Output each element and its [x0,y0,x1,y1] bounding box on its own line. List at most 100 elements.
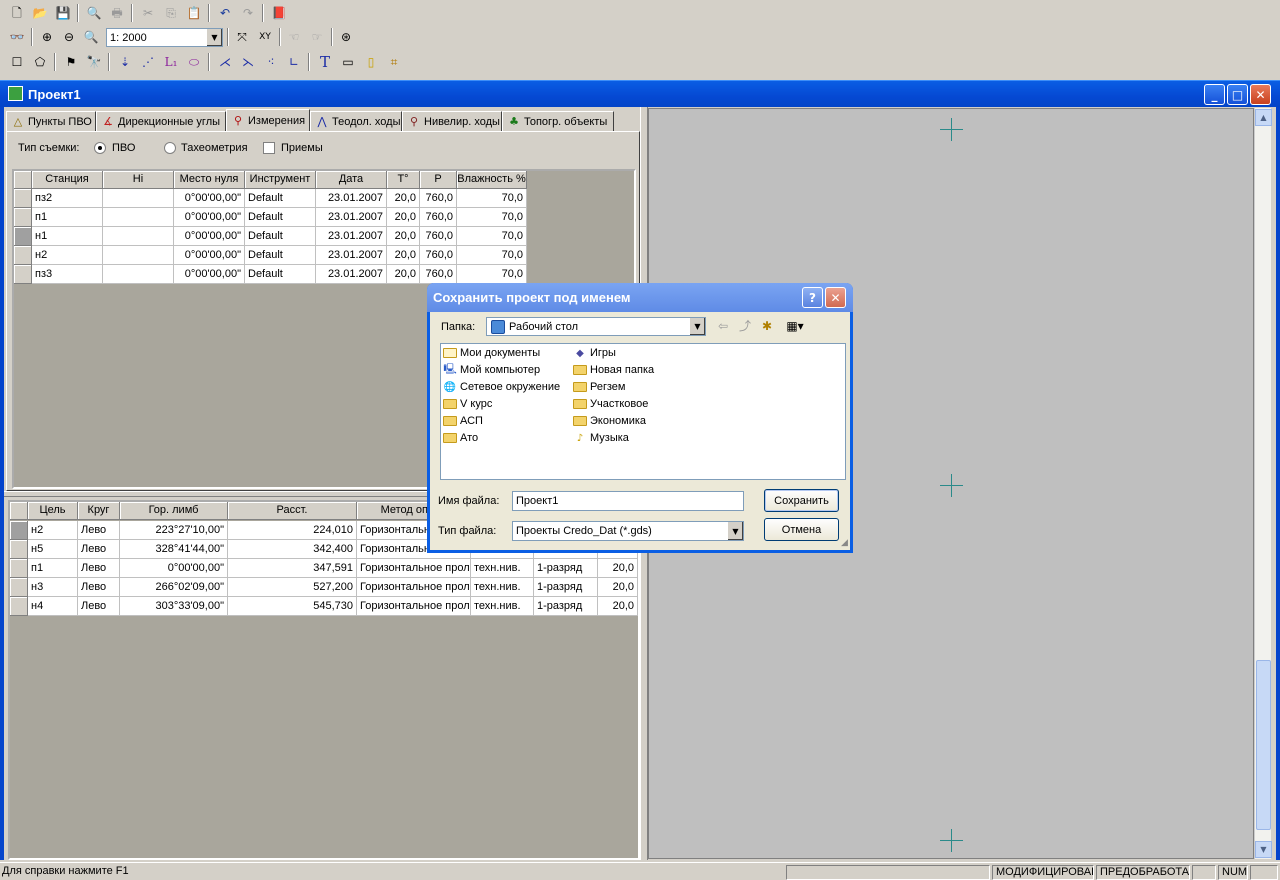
table-cell[interactable]: Лево [78,540,120,559]
table-cell[interactable] [103,227,174,246]
table-cell[interactable]: 760,0 [420,189,457,208]
table-cell[interactable]: 70,0 [457,265,527,284]
resize-grip-icon[interactable]: ◢ [841,538,848,548]
table-cell[interactable]: 303°33'09,00" [120,597,228,616]
note-icon[interactable]: ▯ [360,52,382,72]
print-preview-icon[interactable]: 🔍 [83,3,105,23]
angle-icon[interactable]: ∟ [283,52,305,72]
table-cell[interactable]: 266°02'09,00" [120,578,228,597]
table-cell[interactable]: 1-разряд [534,597,598,616]
ellipse-icon[interactable]: ⬭ [183,52,205,72]
table-cell[interactable]: 328°41'44,00" [120,540,228,559]
table-cell[interactable]: н1 [32,227,103,246]
table-cell[interactable]: Лево [78,578,120,597]
table-cell[interactable]: н5 [28,540,78,559]
tab-topo[interactable]: ♣ Топогр. объекты [502,111,614,131]
polyline-icon[interactable]: ⋌ [214,52,236,72]
table-cell[interactable]: 347,591 [228,559,357,578]
search-binoculars-icon[interactable]: 🔭 [83,52,105,72]
tab-measurements[interactable]: ⚲ Измерения [226,109,310,131]
table-cell[interactable]: 70,0 [457,227,527,246]
row-header[interactable] [14,189,32,208]
table-cell[interactable]: Default [245,265,316,284]
table-cell[interactable]: Default [245,246,316,265]
column-header[interactable]: Место нуля [174,171,245,189]
table-cell[interactable] [103,189,174,208]
table-cell[interactable]: Горизонтальное прол [357,578,471,597]
vertical-scrollbar[interactable]: ▲ ▼ [1254,108,1272,859]
paste-icon[interactable]: 📋 [183,3,205,23]
table-cell[interactable]: 70,0 [457,208,527,227]
table-cell[interactable]: 342,400 [228,540,357,559]
table-cell[interactable]: 20,0 [387,227,420,246]
scroll-thumb[interactable] [1256,660,1271,830]
table-cell[interactable]: п1 [28,559,78,578]
table-cell[interactable] [103,208,174,227]
row-header[interactable] [10,578,28,597]
filename-field[interactable]: Проект1 [512,491,744,511]
points-icon[interactable]: ⚑ [60,52,82,72]
row-header[interactable] [10,559,28,578]
table-cell[interactable]: техн.нив. [471,578,534,597]
table-cell[interactable]: пз2 [32,189,103,208]
radio-pvo[interactable] [94,142,106,154]
table-cell[interactable]: 1-разряд [534,559,598,578]
chevron-down-icon[interactable]: ▼ [727,522,743,540]
targets-grid[interactable]: Цель Круг Гор. лимб Расст. Метод опред н2 Лево… [8,500,640,860]
table-cell[interactable]: н3 [28,578,78,597]
tab-directions[interactable]: ∡ Дирекционные углы [96,111,226,131]
table-cell[interactable]: 0°00'00,00" [174,265,245,284]
column-header[interactable]: Цель [28,502,78,520]
polyline-edit-icon[interactable]: ⋋ [237,52,259,72]
new-file-icon[interactable]: 🗋 [6,3,28,23]
radio-pvo-label[interactable]: ПВО [112,142,135,154]
scroll-down-icon[interactable]: ▼ [1255,841,1272,858]
row-header[interactable] [14,208,32,227]
table-cell[interactable]: 23.01.2007 [316,227,387,246]
dotted-line-icon[interactable]: ⁖ [260,52,282,72]
scale-combo[interactable]: 1: 2000 ▼ [106,28,223,47]
table-cell[interactable]: техн.нив. [471,559,534,578]
column-header[interactable]: Гор. лимб [120,502,228,520]
table-cell[interactable]: 527,200 [228,578,357,597]
list-item[interactable]: ♪ Музыка [572,430,629,446]
table-cell[interactable]: Лево [78,559,120,578]
view-menu-icon[interactable]: ▦▾ [780,316,810,336]
table-cell[interactable]: 0°00'00,00" [120,559,228,578]
redo-icon[interactable]: ↷ [237,3,259,23]
row-header[interactable] [14,246,32,265]
table-cell[interactable]: Горизонтальное прол [357,559,471,578]
crop-icon[interactable]: ⌗ [383,52,405,72]
table-cell[interactable]: 20,0 [387,265,420,284]
checkbox-tricks[interactable] [263,142,275,154]
table-cell[interactable]: 23.01.2007 [316,208,387,227]
list-item[interactable]: 🌐 Сетевое окружение [442,379,560,395]
list-item[interactable]: Экономика [572,413,646,429]
table-cell[interactable]: Лево [78,597,120,616]
table-cell[interactable]: Default [245,208,316,227]
list-item[interactable]: Мои документы [442,345,540,361]
table-cell[interactable]: Горизонтальное прол [357,597,471,616]
pan-back-icon[interactable]: ☞ [306,27,328,47]
table-cell[interactable]: техн.нив. [471,597,534,616]
select-icon[interactable]: ☐ [6,52,28,72]
table-cell[interactable]: 23.01.2007 [316,246,387,265]
table-cell[interactable]: н2 [32,246,103,265]
table-cell[interactable]: 760,0 [420,246,457,265]
table-cell[interactable]: 760,0 [420,208,457,227]
maximize-icon[interactable]: □ [1227,84,1248,105]
back-arrow-icon[interactable]: ⇦ [712,316,734,336]
chevron-down-icon[interactable]: ▼ [206,29,222,46]
list-item[interactable]: Участковое [572,396,648,412]
table-cell[interactable]: 224,010 [228,521,357,540]
folder-combo[interactable]: Рабочий стол ▼ [486,317,706,336]
zoom-in-icon[interactable]: ⊕ [36,27,58,47]
traverse-icon[interactable]: ⋰ [137,52,159,72]
line-l1-icon[interactable]: L₁ [160,52,182,72]
print-icon[interactable]: 🖶 [106,3,128,23]
table-cell[interactable]: 20,0 [387,189,420,208]
list-item[interactable]: Новая папка [572,362,654,378]
pan-icon[interactable]: ☜ [283,27,305,47]
file-list[interactable]: Мои документы 🖳 Мой компьютер 🌐 Сетевое … [440,343,846,480]
row-header[interactable] [14,227,32,246]
